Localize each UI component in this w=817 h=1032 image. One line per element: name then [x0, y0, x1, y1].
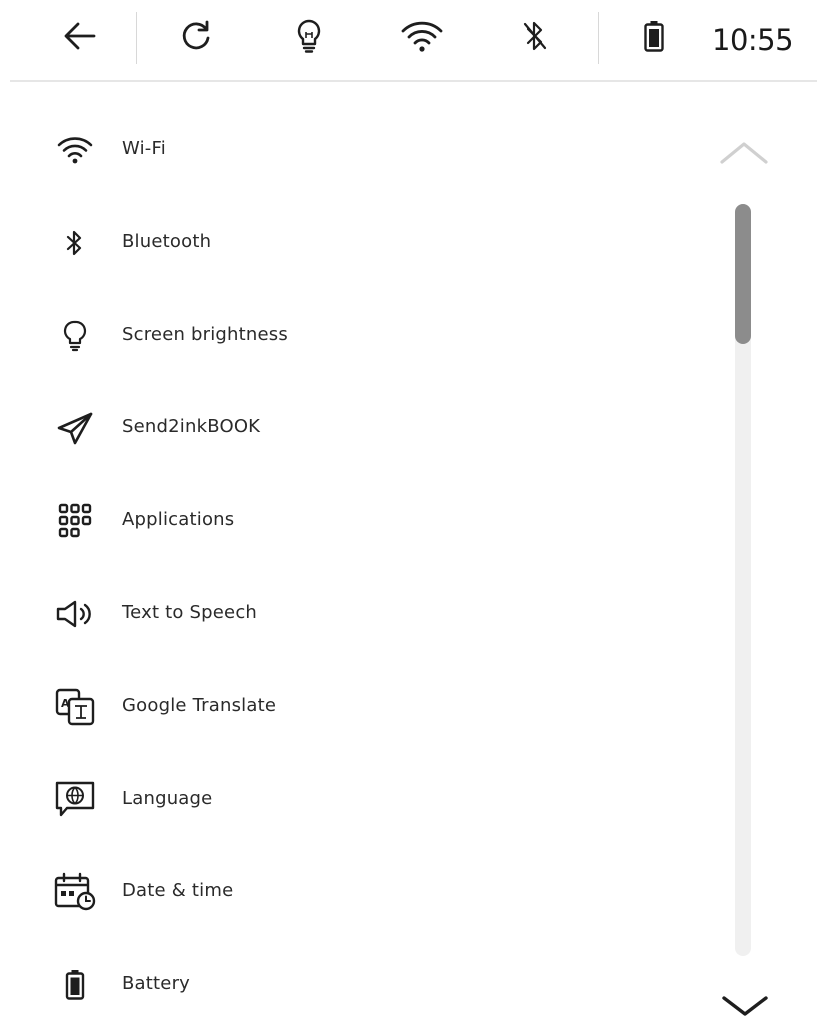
scroll-down-button[interactable] [720, 990, 770, 1018]
settings-item-label: Send2inkBOOK [122, 416, 261, 438]
settings-item-google-translate[interactable]: A Google Translate [0, 661, 700, 754]
bluetooth-off-icon [521, 19, 549, 57]
settings-item-language[interactable]: Language [0, 754, 700, 847]
bluetooth-icon [50, 223, 100, 263]
scrollbar-thumb[interactable] [735, 204, 751, 344]
speaker-icon [50, 594, 100, 634]
arrow-left-icon [62, 20, 98, 56]
chevron-down-icon [720, 996, 770, 1022]
clock: 10:55 [712, 23, 794, 57]
battery-status[interactable] [634, 18, 674, 58]
settings-item-wifi[interactable]: Wi-Fi [0, 104, 700, 197]
settings-item-text-to-speech[interactable]: Text to Speech [0, 568, 700, 661]
status-bar: 10:55 [0, 0, 817, 80]
lightbulb-icon [295, 18, 323, 58]
separator [136, 12, 137, 64]
wifi-icon [50, 130, 100, 170]
battery-icon [50, 965, 100, 1005]
bluetooth-button[interactable] [515, 18, 555, 58]
calendar-clock-icon [50, 872, 100, 912]
globe-icon [50, 780, 100, 820]
settings-item-label: Google Translate [122, 694, 277, 716]
send-icon [50, 408, 100, 448]
settings-item-send2inkbook[interactable]: Send2inkBOOK [0, 382, 700, 475]
settings-item-date-time[interactable]: Date & time [0, 846, 700, 939]
lightbulb-icon [50, 316, 100, 356]
refresh-icon [179, 19, 213, 57]
apps-grid-icon [50, 501, 100, 541]
settings-item-battery[interactable]: Battery [0, 939, 700, 1032]
settings-item-label: Wi-Fi [122, 138, 166, 159]
battery-icon [643, 20, 665, 56]
svg-text:A: A [61, 697, 70, 710]
header-divider [10, 80, 817, 82]
separator [598, 12, 599, 64]
settings-item-label: Bluetooth [122, 230, 212, 252]
scrollbar[interactable] [735, 204, 751, 956]
settings-item-label: Applications [122, 509, 235, 531]
scroll-up-button[interactable] [718, 138, 770, 168]
settings-item-applications[interactable]: Applications [0, 475, 700, 568]
wifi-icon [400, 19, 444, 57]
settings-list: Wi-Fi Bluetooth Screen brightness Send2i… [0, 104, 700, 1032]
back-button[interactable] [60, 18, 100, 58]
settings-item-label: Text to Speech [122, 601, 258, 623]
settings-item-label: Battery [122, 973, 191, 995]
settings-item-screen-brightness[interactable]: Screen brightness [0, 290, 700, 383]
refresh-button[interactable] [176, 18, 216, 58]
chevron-up-icon [718, 142, 770, 172]
settings-item-bluetooth[interactable]: Bluetooth [0, 197, 700, 290]
translate-icon: A [50, 687, 100, 727]
wifi-button[interactable] [400, 18, 444, 58]
brightness-button[interactable] [289, 18, 329, 58]
settings-item-label: Screen brightness [122, 323, 288, 345]
settings-item-label: Date & time [122, 880, 234, 902]
settings-item-label: Language [122, 787, 213, 809]
